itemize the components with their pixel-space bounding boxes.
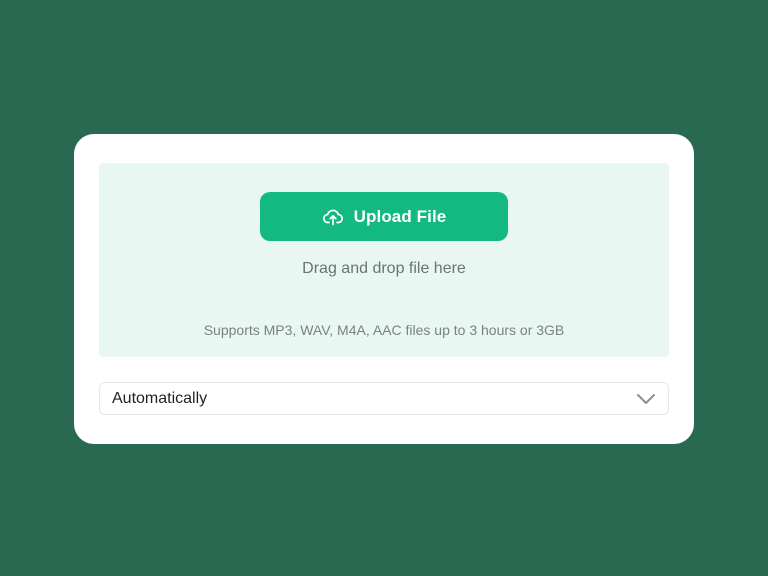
upload-file-button-label: Upload File (353, 206, 447, 226)
language-select-value: Automatically (112, 389, 208, 407)
language-select[interactable]: Automatically (99, 382, 669, 415)
file-dropzone[interactable]: Upload File Drag and drop file here Supp… (99, 163, 669, 357)
drag-drop-hint: Drag and drop file here (302, 260, 466, 277)
upload-cloud-icon (322, 206, 344, 228)
upload-card: Upload File Drag and drop file here Supp… (74, 134, 694, 444)
chevron-down-icon (636, 392, 656, 406)
supported-formats-note: Supports MP3, WAV, M4A, AAC files up to … (203, 322, 565, 338)
upload-file-button[interactable]: Upload File (260, 192, 508, 241)
